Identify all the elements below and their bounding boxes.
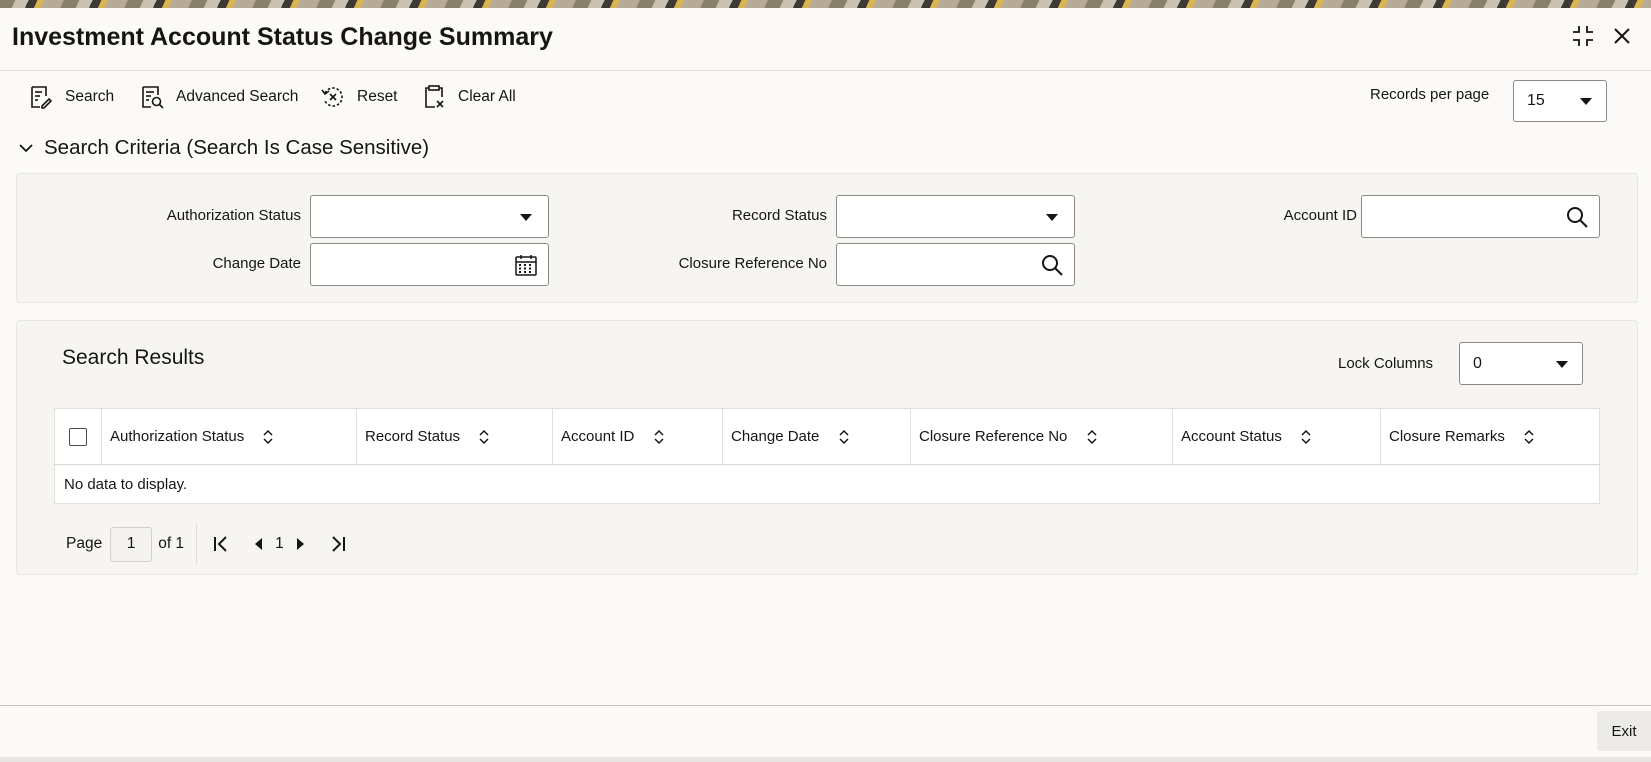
advanced-search-button-label: Advanced Search bbox=[176, 88, 299, 105]
previous-page-button[interactable] bbox=[247, 532, 271, 556]
first-page-icon bbox=[214, 536, 227, 552]
column-header-record-status[interactable]: Record Status bbox=[356, 408, 553, 465]
sort-icon[interactable] bbox=[838, 429, 850, 445]
select-all-header bbox=[54, 408, 102, 465]
minimize-icon[interactable] bbox=[1569, 22, 1597, 50]
select-all-checkbox[interactable] bbox=[69, 427, 87, 446]
first-page-button[interactable] bbox=[209, 532, 233, 556]
closure-reference-no-label: Closure Reference No bbox=[678, 255, 827, 272]
chevron-down-icon bbox=[1046, 214, 1058, 221]
search-icon[interactable] bbox=[1565, 205, 1589, 229]
authorization-status-label: Authorization Status bbox=[166, 207, 301, 224]
search-results-heading: Search Results bbox=[62, 346, 205, 369]
pagination: Page 1 of 1 1 bbox=[66, 524, 350, 564]
reset-button[interactable]: Reset bbox=[320, 82, 398, 112]
column-header-closure-remarks[interactable]: Closure Remarks bbox=[1380, 408, 1600, 465]
column-header-label: Authorization Status bbox=[110, 427, 245, 445]
sort-icon[interactable] bbox=[1086, 429, 1098, 445]
closure-reference-no-field[interactable] bbox=[836, 243, 1075, 286]
chevron-down-icon bbox=[19, 144, 33, 153]
next-page-button[interactable] bbox=[288, 532, 312, 556]
table-row: No data to display. bbox=[54, 464, 1600, 504]
table-header-row: Authorization Status Record Status Accou… bbox=[54, 408, 1600, 465]
search-doc-icon bbox=[31, 86, 53, 109]
search-criteria-panel: Authorization Status Record Status Accou… bbox=[16, 173, 1638, 303]
search-criteria-heading: Search Criteria (Search Is Case Sensitiv… bbox=[44, 136, 430, 159]
lock-columns-label: Lock Columns bbox=[1338, 355, 1434, 372]
change-date-label: Change Date bbox=[212, 255, 301, 272]
column-header-change-date[interactable]: Change Date bbox=[722, 408, 911, 465]
pagination-divider bbox=[196, 524, 198, 564]
records-per-page-label: Records per page bbox=[1370, 86, 1490, 103]
current-page-number[interactable]: 1 bbox=[275, 535, 284, 553]
column-header-label: Account ID bbox=[561, 427, 635, 445]
clear-all-button[interactable]: Clear All bbox=[421, 82, 516, 112]
record-status-label: Record Status bbox=[731, 207, 827, 224]
close-icon[interactable] bbox=[1608, 22, 1636, 50]
sort-icon[interactable] bbox=[1523, 429, 1535, 445]
last-page-icon bbox=[331, 536, 345, 552]
sort-icon[interactable] bbox=[653, 429, 665, 445]
advanced-search-icon bbox=[142, 86, 164, 109]
sort-icon[interactable] bbox=[1300, 429, 1312, 445]
page-number-input[interactable]: 1 bbox=[110, 526, 153, 562]
page-count-label: of 1 bbox=[158, 535, 185, 552]
clear-all-button-label: Clear All bbox=[458, 88, 516, 105]
chevron-down-icon bbox=[520, 214, 532, 221]
header-banner bbox=[0, 0, 1651, 8]
lock-columns-select[interactable]: 0 bbox=[1459, 342, 1583, 385]
advanced-search-button[interactable]: Advanced Search bbox=[139, 82, 298, 112]
page-label: Page bbox=[66, 535, 103, 552]
search-icon[interactable] bbox=[1040, 253, 1064, 277]
clipboard-clear-icon bbox=[425, 85, 444, 108]
last-page-button[interactable] bbox=[326, 532, 350, 556]
account-id-field[interactable] bbox=[1361, 195, 1600, 238]
column-header-label: Record Status bbox=[365, 427, 461, 445]
search-criteria-toggle[interactable]: Search Criteria (Search Is Case Sensitiv… bbox=[18, 136, 429, 160]
calendar-icon[interactable] bbox=[514, 253, 538, 277]
column-header-label: Closure Reference No bbox=[919, 427, 1068, 445]
footer-bar: Exit bbox=[0, 705, 1651, 758]
previous-page-icon bbox=[255, 538, 263, 550]
search-button-label: Search bbox=[65, 88, 115, 105]
column-header-label: Change Date bbox=[731, 427, 820, 445]
page-number-value: 1 bbox=[126, 535, 136, 552]
exit-button[interactable]: Exit bbox=[1597, 711, 1651, 751]
chevron-down-icon bbox=[1556, 360, 1568, 368]
column-header-label: Account Status bbox=[1181, 427, 1282, 445]
sort-icon[interactable] bbox=[262, 429, 274, 445]
empty-message: No data to display. bbox=[54, 464, 1600, 504]
records-per-page-value: 15 bbox=[1527, 92, 1545, 109]
reset-icon bbox=[321, 87, 343, 107]
title-bar: Investment Account Status Change Summary bbox=[0, 8, 1651, 71]
reset-button-label: Reset bbox=[357, 88, 398, 105]
record-status-select[interactable] bbox=[836, 195, 1075, 238]
authorization-status-select[interactable] bbox=[310, 195, 549, 238]
next-page-icon bbox=[296, 538, 304, 550]
bottom-strip bbox=[0, 757, 1651, 762]
account-id-label: Account ID bbox=[1283, 207, 1357, 224]
chevron-down-icon bbox=[1580, 98, 1592, 105]
change-date-field[interactable] bbox=[310, 243, 549, 286]
column-header-account-id[interactable]: Account ID bbox=[552, 408, 723, 465]
column-header-label: Closure Remarks bbox=[1389, 427, 1505, 445]
page-title: Investment Account Status Change Summary bbox=[12, 23, 553, 51]
column-header-authorization-status[interactable]: Authorization Status bbox=[101, 408, 357, 465]
column-header-account-status[interactable]: Account Status bbox=[1172, 408, 1381, 465]
sort-icon[interactable] bbox=[478, 429, 490, 445]
column-header-closure-reference-no[interactable]: Closure Reference No bbox=[910, 408, 1173, 465]
results-table: Authorization Status Record Status Accou… bbox=[54, 408, 1600, 504]
lock-columns-value: 0 bbox=[1473, 354, 1482, 372]
search-button[interactable]: Search bbox=[28, 82, 114, 112]
records-per-page-select[interactable]: 15 bbox=[1513, 80, 1607, 122]
